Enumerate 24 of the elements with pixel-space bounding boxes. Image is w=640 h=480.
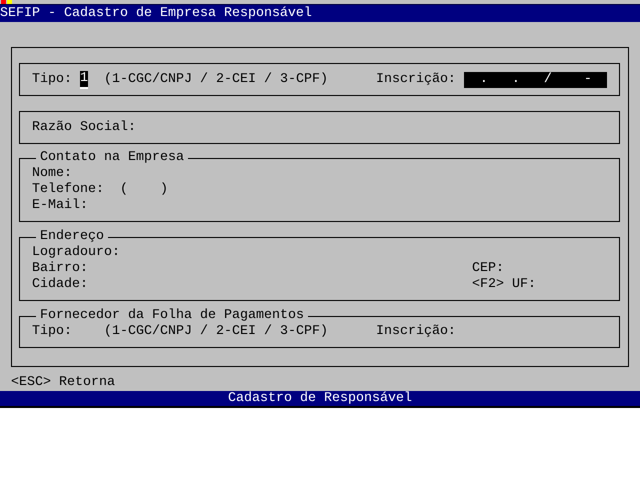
field-label: E-Mail: bbox=[32, 198, 88, 214]
input-field[interactable]: . . / - bbox=[464, 72, 607, 88]
field-label: Telefone: bbox=[32, 182, 104, 198]
field-label: Logradouro: bbox=[32, 245, 120, 261]
field-label: Inscrição: bbox=[376, 72, 456, 88]
field-label: CEP: bbox=[472, 261, 504, 277]
field-label: Bairro: bbox=[32, 261, 88, 277]
field-label: Razão Social: bbox=[32, 120, 136, 136]
field-label: Tipo: bbox=[32, 72, 72, 88]
input-field[interactable]: ( ) bbox=[120, 182, 168, 198]
section-title: Endereço bbox=[39, 229, 105, 245]
field-hint: (1-CGC/CNPJ / 2-CEI / 3-CPF) bbox=[104, 72, 328, 88]
input-field[interactable]: 1 bbox=[80, 70, 88, 88]
field-label: Cidade: bbox=[32, 277, 88, 293]
section-title: Fornecedor da Folha de Pagamentos bbox=[39, 308, 305, 324]
status-bar-text: Cadastro de Responsável bbox=[228, 390, 412, 406]
field-label: Tipo: bbox=[32, 324, 72, 340]
field-label: <F2> UF: bbox=[472, 277, 536, 293]
section-title: Contato na Empresa bbox=[39, 150, 185, 166]
key-hint: <ESC> Retorna bbox=[11, 375, 115, 391]
field-label: Inscrição: bbox=[376, 324, 456, 340]
field-hint: (1-CGC/CNPJ / 2-CEI / 3-CPF) bbox=[104, 324, 328, 340]
field-label: Nome: bbox=[32, 166, 72, 182]
window-title: SEFIP - Cadastro de Empresa Responsável bbox=[0, 6, 312, 22]
